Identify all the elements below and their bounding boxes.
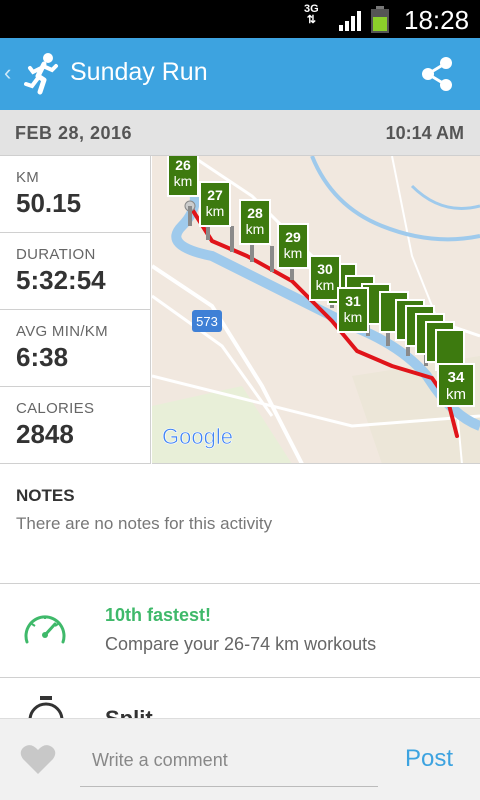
stopwatch-icon: [28, 696, 64, 718]
marker-unit: km: [246, 221, 265, 237]
achievement-row[interactable]: 10th fastest! Compare your 26-74 km work…: [0, 584, 480, 678]
marker-unit: km: [174, 173, 193, 189]
share-icon[interactable]: [420, 56, 454, 92]
notes-heading: NOTES: [16, 486, 75, 505]
google-logo: Google: [162, 424, 233, 449]
splits-row[interactable]: Split: [0, 678, 480, 718]
km-marker-26[interactable]: 26 km: [167, 156, 199, 197]
km-marker-31[interactable]: 31 km: [337, 287, 369, 333]
comment-input[interactable]: [80, 735, 378, 787]
page-title: Sunday Run: [70, 58, 208, 86]
marker-unit: km: [284, 245, 303, 261]
activity-time: 10:14 AM: [385, 123, 464, 143]
km-marker-28[interactable]: 28 km: [239, 199, 271, 245]
marker-number: 30: [317, 261, 333, 277]
comment-bar: Post: [0, 718, 480, 800]
marker-unit: km: [206, 203, 225, 219]
signal-icon: [339, 11, 361, 31]
km-marker-30[interactable]: 30 km: [309, 255, 341, 301]
stat-value: 6:38: [16, 342, 69, 372]
route-map[interactable]: 573 26 km 27 km 28 km 29 km 30 km 31 km …: [152, 156, 480, 464]
marker-number: 31: [345, 293, 361, 309]
stat-calories: CALORIES 2848: [0, 387, 150, 464]
km-marker-29[interactable]: 29 km: [277, 223, 309, 269]
app-bar: ‹ Sunday Run: [0, 38, 480, 110]
stat-pace: AVG MIN/KM 6:38: [0, 310, 150, 387]
stats-panel: KM 50.15 DURATION 5:32:54 AVG MIN/KM 6:3…: [0, 156, 151, 464]
marker-unit: km: [344, 309, 363, 325]
marker-unit: km: [446, 386, 466, 403]
back-chevron-icon[interactable]: ‹: [4, 60, 11, 86]
achievement-title: 10th fastest!: [105, 605, 212, 625]
marker-number: 34: [448, 369, 465, 386]
speedometer-icon: [24, 615, 66, 644]
runner-logo-icon[interactable]: [24, 52, 60, 96]
marker-number: 28: [247, 205, 263, 221]
stat-value: 50.15: [16, 188, 82, 218]
stat-value: 5:32:54: [16, 265, 106, 295]
km-marker-27[interactable]: 27 km: [199, 181, 231, 227]
network-indicator: 3G ⇅: [304, 4, 319, 26]
stat-value: 2848: [16, 419, 74, 449]
marker-number: 27: [207, 187, 223, 203]
marker-number: 26: [175, 157, 191, 173]
map-canvas[interactable]: 573 26 km 27 km 28 km 29 km 30 km 31 km …: [152, 156, 480, 464]
splits-title: Split: [105, 706, 153, 718]
km-marker-34[interactable]: 34 km: [437, 363, 475, 407]
stat-label: AVG MIN/KM: [16, 323, 108, 340]
activity-date: FEB 28, 2016: [15, 123, 133, 143]
stat-distance: KM 50.15: [0, 156, 150, 233]
date-bar: FEB 28, 2016 10:14 AM: [0, 110, 480, 156]
achievement-subtitle: Compare your 26-74 km workouts: [105, 634, 377, 654]
road-shield-label: 573: [196, 314, 218, 329]
stat-label: KM: [16, 169, 40, 186]
data-arrows-icon: ⇅: [306, 14, 316, 26]
marker-unit: km: [316, 277, 335, 293]
post-button[interactable]: Post: [405, 745, 453, 773]
marker-number: 29: [285, 229, 301, 245]
stat-label: DURATION: [16, 246, 96, 263]
stat-duration: DURATION 5:32:54: [0, 233, 150, 310]
status-bar: 3G ⇅ 18:28: [0, 0, 480, 38]
heart-icon[interactable]: [20, 743, 56, 775]
status-time: 18:28: [404, 5, 470, 35]
notes-section[interactable]: NOTES There are no notes for this activi…: [0, 464, 480, 584]
stat-label: CALORIES: [16, 400, 95, 417]
notes-text: There are no notes for this activity: [16, 514, 273, 533]
battery-icon: [371, 6, 389, 33]
